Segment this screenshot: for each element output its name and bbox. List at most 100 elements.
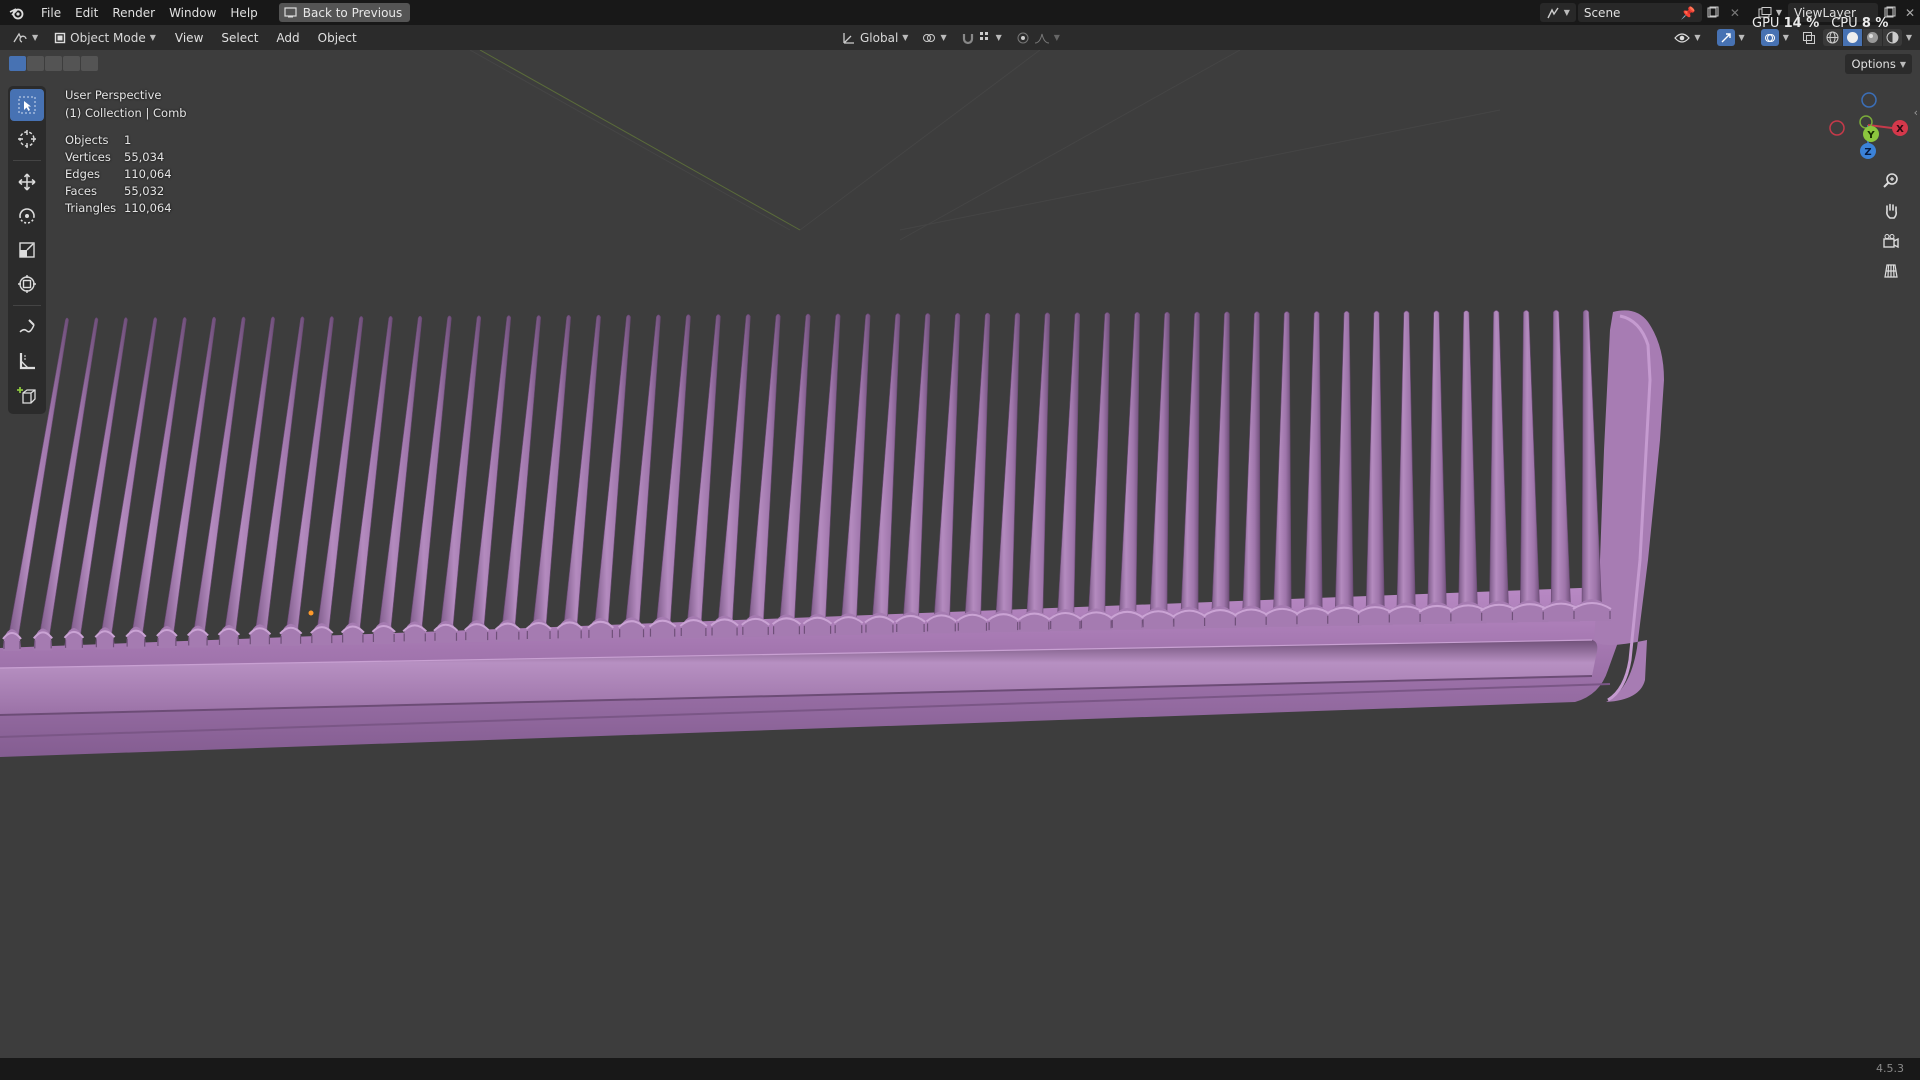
menu-object[interactable]: Object	[309, 31, 366, 45]
menu-view[interactable]: View	[166, 31, 212, 45]
menu-edit[interactable]: Edit	[68, 6, 105, 20]
gizmo-toggle[interactable]: ▼	[1711, 28, 1751, 47]
zoom-button[interactable]	[1878, 168, 1904, 194]
pin-icon[interactable]: 📌	[1681, 6, 1696, 20]
comb-tooth	[500, 315, 541, 636]
stat-label: Edges	[65, 167, 100, 181]
toolbar-divider	[13, 305, 41, 306]
comb-tooth	[624, 314, 661, 634]
new-scene-icon[interactable]	[1702, 6, 1724, 19]
transform-controls: Global ▼ ▼ ▼ ▼	[836, 28, 1066, 47]
visibility-dropdown[interactable]: ▼	[1668, 28, 1706, 47]
menu-add[interactable]: Add	[267, 31, 308, 45]
snap-toggle[interactable]: ▼	[955, 28, 1008, 47]
resource-monitor: GPU 14 % CPU 8 %	[1752, 17, 1888, 31]
pencil-icon	[19, 319, 35, 333]
menu-file[interactable]: File	[34, 6, 68, 20]
sidebar-toggle-chevron[interactable]: ‹	[1914, 106, 1918, 119]
solid-shading-button[interactable]	[1842, 29, 1862, 46]
annotate-tool[interactable]	[10, 311, 44, 343]
comb-tooth	[562, 314, 601, 635]
back-to-previous-label: Back to Previous	[302, 5, 403, 20]
comb-tooth	[1025, 312, 1051, 626]
proportional-editing-toggle[interactable]: ▼	[1010, 28, 1066, 47]
rotate-tool[interactable]	[10, 200, 44, 232]
neg-z-axis-handle[interactable]	[1861, 92, 1877, 108]
mode-dropdown[interactable]: Object Mode ▼	[48, 28, 162, 47]
comb-tooth	[1581, 309, 1603, 616]
move-tool[interactable]	[10, 166, 44, 198]
viewport-header: ▼ Object Mode ▼ View Select Add Object G…	[0, 25, 1920, 50]
select-extend-button[interactable]	[27, 56, 44, 71]
grid-icon	[1884, 264, 1898, 278]
chevron-down-icon: ▼	[1694, 33, 1701, 42]
scene-selector[interactable]: Scene 📌	[1577, 3, 1702, 22]
magnet-icon	[962, 33, 973, 44]
menu-select[interactable]: Select	[212, 31, 267, 45]
camera-view-button[interactable]	[1878, 228, 1904, 254]
delete-scene-icon[interactable]: ✕	[1724, 6, 1746, 20]
menu-help[interactable]: Help	[223, 6, 264, 20]
cursor-tool[interactable]	[10, 123, 44, 155]
comb-tooth	[1118, 312, 1140, 625]
cpu-label: CPU	[1831, 16, 1858, 31]
scene-icon	[1547, 7, 1559, 18]
select-intersect-button[interactable]	[81, 56, 98, 71]
wireframe-shading-button[interactable]	[1822, 29, 1842, 46]
comb-tooth	[1458, 310, 1478, 618]
delete-viewlayer-icon[interactable]: ✕	[1900, 6, 1920, 20]
select-subtract-button[interactable]	[45, 56, 62, 71]
3d-viewport[interactable]: Options ▼ X Y Z ‹ User Perspective (1) C…	[0, 50, 1920, 1058]
transform-orientation-dropdown[interactable]: Global ▼	[836, 28, 914, 47]
comb-tooth	[1427, 310, 1447, 619]
chevron-down-icon: ▼	[1053, 33, 1060, 42]
pivot-point-dropdown[interactable]: ▼	[916, 28, 952, 47]
scale-icon	[19, 242, 35, 258]
navigation-gizmo[interactable]: X Y Z	[1820, 86, 1910, 176]
cpu-value: 8 %	[1861, 16, 1889, 31]
back-to-previous-button[interactable]: Back to Previous	[278, 3, 411, 22]
neg-x-axis-handle[interactable]	[1829, 120, 1845, 136]
stat-label: Faces	[65, 184, 97, 198]
tool-shelf	[8, 86, 46, 414]
menu-window[interactable]: Window	[162, 6, 223, 20]
transform-tool[interactable]	[10, 268, 44, 300]
select-difference-button[interactable]	[63, 56, 80, 71]
comb-tooth	[68, 317, 128, 645]
scale-tool[interactable]	[10, 234, 44, 266]
comb-tooth	[1519, 310, 1541, 617]
rendered-shading-button[interactable]	[1882, 29, 1902, 46]
select-box-tool[interactable]	[10, 89, 44, 121]
gpu-value: 14 %	[1783, 16, 1820, 31]
snap-grid-icon	[979, 32, 988, 40]
select-new-button[interactable]	[9, 56, 26, 71]
comb-mesh[interactable]	[0, 309, 1664, 757]
scene-canvas[interactable]	[0, 50, 1920, 1058]
z-axis-label: Z	[1864, 147, 1871, 158]
chevron-down-icon: ▼	[149, 33, 156, 42]
editor-type-dropdown[interactable]: ▼	[6, 28, 44, 47]
blender-logo-icon[interactable]	[0, 6, 34, 20]
options-dropdown[interactable]: Options ▼	[1845, 54, 1912, 74]
material-shading-button[interactable]	[1862, 29, 1882, 46]
comb-tooth	[1396, 310, 1416, 619]
solid-sphere-icon	[1846, 32, 1858, 43]
projection-toggle-button[interactable]	[1878, 258, 1904, 284]
status-bar: 4.5.3	[0, 1058, 1920, 1080]
measure-tool[interactable]	[10, 345, 44, 377]
shading-options-chevron[interactable]: ▼	[1906, 33, 1912, 42]
xray-toggle[interactable]	[1799, 31, 1819, 45]
collection-info: (1) Collection | Comb	[65, 106, 187, 120]
chevron-down-icon: ▼	[902, 33, 909, 42]
viewport-grid	[469, 50, 1501, 241]
add-cube-icon	[17, 387, 36, 404]
magnifier-icon	[1883, 173, 1898, 188]
stat-label: Vertices	[65, 150, 111, 164]
add-cube-tool[interactable]	[10, 379, 44, 411]
scene-type-dropdown[interactable]: ▼	[1539, 3, 1576, 22]
view-name: User Perspective	[65, 88, 162, 102]
comb-tooth	[1180, 311, 1200, 623]
x-axis-label: X	[1896, 124, 1904, 135]
pan-button[interactable]	[1878, 198, 1904, 224]
menu-render[interactable]: Render	[105, 6, 162, 20]
